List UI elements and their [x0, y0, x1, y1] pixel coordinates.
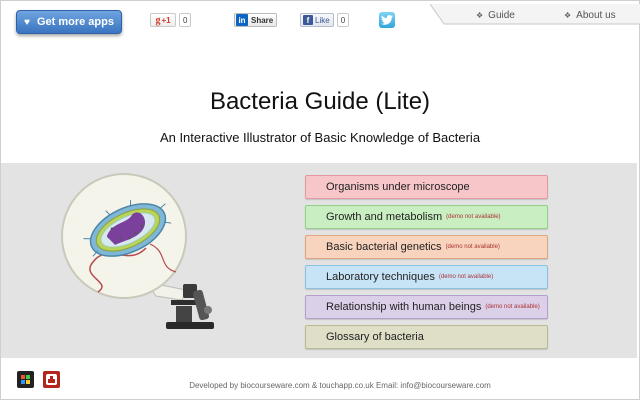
linkedin-share-button[interactable]: in Share [234, 13, 278, 27]
demo-note: (demo not available) [445, 244, 500, 250]
demo-note: (demo not available) [446, 214, 501, 220]
menu-item-organisms[interactable]: Organisms under microscope [305, 175, 548, 199]
demo-note: (demo not available) [485, 304, 540, 310]
bacterium-microscope-illustration [61, 173, 214, 329]
footer-credits: Developed by biocourseware.com & touchap… [189, 381, 491, 390]
google-plus-count: 0 [179, 13, 192, 27]
facebook-like-count: 0 [336, 13, 350, 27]
menu-item-genetics[interactable]: Basic bacterial genetics (demo not avail… [305, 235, 548, 259]
linkedin-share-widget[interactable]: in Share [234, 13, 278, 27]
facebook-like-button[interactable]: f Like [300, 13, 334, 27]
google-plus-button[interactable]: g +1 [150, 13, 176, 27]
get-more-apps-button[interactable]: ♥ Get more apps [16, 10, 122, 34]
twitter-bird-icon [381, 15, 393, 25]
menu-item-lab-techniques[interactable]: Laboratory techniques (demo not availabl… [305, 265, 548, 289]
google-plus-widget[interactable]: g +1 0 [150, 13, 192, 27]
facebook-like-widget[interactable]: f Like 0 [300, 13, 350, 27]
tab-about-us[interactable]: ❖ About us [564, 10, 616, 21]
heart-icon: ♥ [24, 16, 30, 28]
menu-item-growth[interactable]: Growth and metabolism (demo not availabl… [305, 205, 548, 229]
facebook-icon: f [303, 15, 313, 25]
star-icon: ❖ [476, 11, 484, 20]
top-tab-bar: ❖ Guide ❖ About us [430, 4, 640, 26]
page-title: Bacteria Guide (Lite) [209, 88, 431, 115]
menu-item-relationship[interactable]: Relationship with human beings (demo not… [305, 295, 548, 319]
get-more-apps-label: Get more apps [36, 16, 114, 28]
tab-guide[interactable]: ❖ Guide [476, 10, 515, 21]
google-plus-icon: g [155, 14, 161, 26]
twitter-button[interactable] [379, 12, 395, 28]
star-icon: ❖ [564, 11, 572, 20]
page-subtitle: An Interactive Illustrator of Basic Know… [159, 130, 481, 145]
menu-item-glossary[interactable]: Glossary of bacteria [305, 325, 548, 349]
linkedin-icon: in [236, 14, 248, 26]
demo-note: (demo not available) [438, 274, 494, 280]
main-menu: Organisms under microscope Growth and me… [305, 175, 548, 355]
